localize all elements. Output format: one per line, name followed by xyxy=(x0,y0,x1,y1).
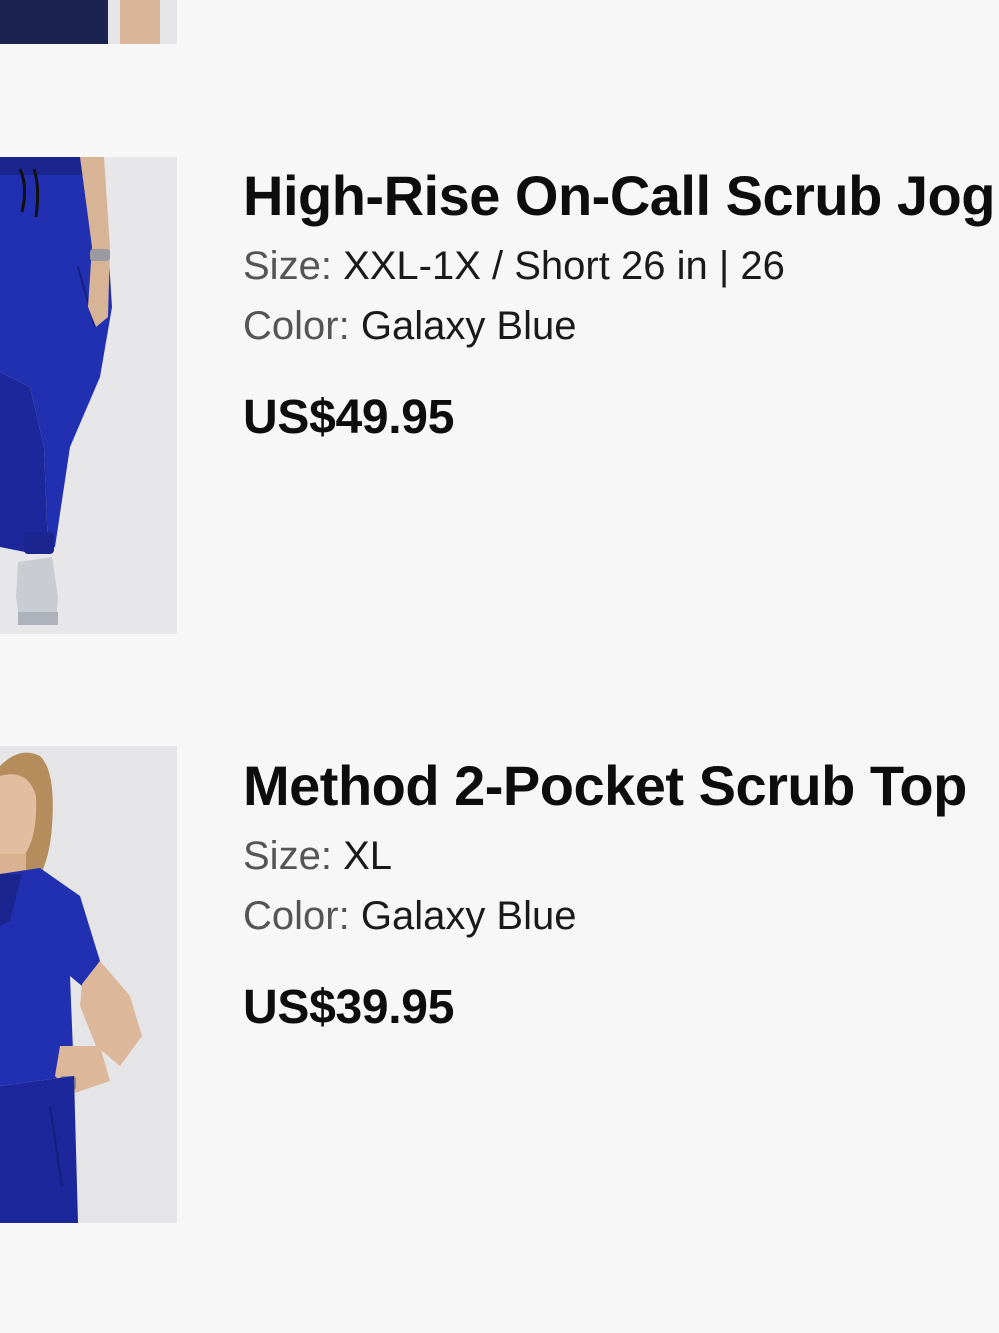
item-size: Size: XL xyxy=(243,830,999,882)
previous-item-photo xyxy=(0,0,177,44)
scrub-jogger-pants-photo xyxy=(0,157,177,634)
item-color: Color: Galaxy Blue xyxy=(243,300,999,352)
size-label: Size: xyxy=(243,834,332,878)
scrub-top-photo xyxy=(0,746,177,1223)
cart-item-top: Method 2-Pocket Scrub Top Size: XL Color… xyxy=(243,750,999,1038)
item-price: US$49.95 xyxy=(243,391,455,444)
previous-item-image[interactable] xyxy=(0,0,177,44)
item-image-top[interactable] xyxy=(0,746,177,1223)
item-price: US$39.95 xyxy=(243,981,455,1034)
color-label: Color: xyxy=(243,304,350,348)
item-color: Color: Galaxy Blue xyxy=(243,890,999,942)
size-value: XL xyxy=(343,834,392,878)
item-size: Size: XXL-1X / Short 26 in | 26 xyxy=(243,240,999,292)
size-label: Size: xyxy=(243,244,332,288)
item-title[interactable]: High-Rise On-Call Scrub Jog xyxy=(243,160,999,232)
item-title[interactable]: Method 2-Pocket Scrub Top xyxy=(243,750,999,822)
color-value: Galaxy Blue xyxy=(360,304,577,348)
color-value: Galaxy Blue xyxy=(360,894,577,938)
cart-item-jogger: High-Rise On-Call Scrub Jog Size: XXL-1X… xyxy=(243,160,999,448)
size-value: XXL-1X / Short 26 in | 26 xyxy=(343,244,785,288)
color-label: Color: xyxy=(243,894,350,938)
item-image-jogger[interactable] xyxy=(0,157,177,634)
